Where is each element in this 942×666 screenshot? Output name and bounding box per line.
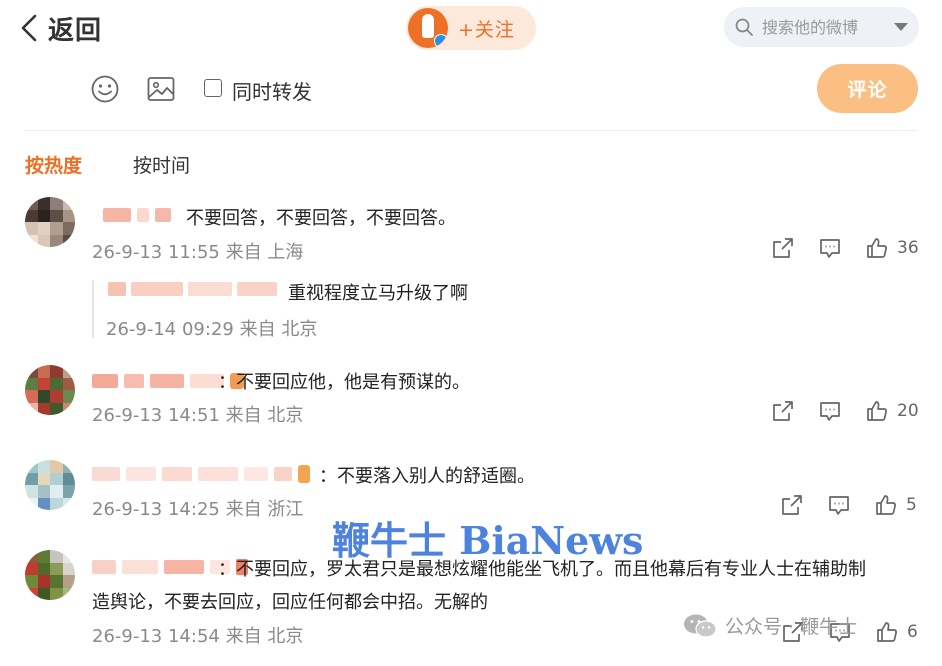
comment-icon[interactable] <box>818 399 842 423</box>
verified-badge <box>434 34 448 48</box>
comment-time: 26-9-13 14:51 <box>92 405 220 426</box>
search-input[interactable] <box>760 16 884 38</box>
reply-time: 26-9-14 09:29 <box>106 319 234 340</box>
comment-meta: 26-9-13 14:25 来自 浙江 <box>92 495 303 521</box>
wechat-watermark: 公众号 · 鞭牛士 <box>683 612 857 639</box>
back-chevron-icon <box>21 14 37 42</box>
comment-text: ：不要落入别人的舒适圈。 <box>319 466 535 487</box>
follow-button[interactable]: +关注 <box>406 6 536 50</box>
comment-icon[interactable] <box>818 236 842 260</box>
commenter-avatar[interactable] <box>25 550 75 600</box>
comment-time: 26-9-13 14:54 <box>92 626 220 647</box>
comment-text: ：不要回应，罗太君只是最想炫耀他能坐飞机了。而且他幕后有专业人士在辅助制 <box>218 559 866 580</box>
reply-text: 重视程度立马升级了啊 <box>288 283 468 304</box>
commenter-avatar[interactable] <box>25 365 75 415</box>
like-icon[interactable] <box>865 399 889 423</box>
commenter-name-redacted[interactable] <box>92 465 310 483</box>
emoji-icon[interactable] <box>90 74 120 104</box>
tab-sort-hot[interactable]: 按热度 <box>25 151 82 178</box>
share-icon[interactable] <box>780 493 804 517</box>
like-icon[interactable] <box>874 493 898 517</box>
wechat-watermark-label: 公众号 · 鞭牛士 <box>725 616 858 638</box>
search-icon <box>735 18 753 36</box>
reply-author-redacted[interactable] <box>108 282 277 296</box>
like-count: 36 <box>897 238 919 258</box>
back-button[interactable]: 返回 <box>18 8 102 48</box>
search-box[interactable] <box>724 7 919 47</box>
comment-meta: 26-9-13 14:51 来自 北京 <box>92 401 303 427</box>
chevron-down-icon[interactable] <box>894 23 908 31</box>
author-avatar[interactable] <box>408 8 448 48</box>
share-icon[interactable] <box>771 399 795 423</box>
repost-label: 同时转发 <box>232 80 312 104</box>
like-icon[interactable] <box>875 620 899 644</box>
comment-text-continued: 造舆论，不要去回应，回应任何都会中招。无解的 <box>92 592 488 613</box>
share-icon[interactable] <box>771 236 795 260</box>
comment-time: 26-9-13 11:55 <box>92 242 220 263</box>
like-icon[interactable] <box>865 236 889 260</box>
comment-source: 来自 北京 <box>225 405 304 426</box>
comment-source: 来自 北京 <box>225 626 304 647</box>
submit-comment-button[interactable]: 评论 <box>817 64 918 113</box>
tab-sort-time[interactable]: 按时间 <box>133 151 190 178</box>
wechat-icon <box>684 614 717 638</box>
comment-meta: 26-9-13 14:54 来自 北京 <box>92 622 303 648</box>
like-count: 6 <box>907 622 918 642</box>
repost-checkbox[interactable] <box>204 79 222 97</box>
commenter-avatar[interactable] <box>25 197 75 247</box>
image-icon[interactable] <box>146 74 176 104</box>
reply-meta: 26-9-14 09:29 来自 北京 <box>106 315 317 341</box>
divider <box>25 130 918 131</box>
fan-badge-icon <box>298 465 310 483</box>
commenter-avatar[interactable] <box>25 460 75 510</box>
back-label: 返回 <box>48 15 103 46</box>
like-count: 5 <box>906 495 917 515</box>
reply-source: 来自 北京 <box>239 319 318 340</box>
reply-thread-bar <box>92 280 94 338</box>
comment-source: 来自 浙江 <box>225 499 304 520</box>
comment-text: 不要回答，不要回答，不要回答。 <box>186 208 456 229</box>
follow-label: +关注 <box>458 18 515 41</box>
like-count: 20 <box>897 401 919 421</box>
comment-time: 26-9-13 14:25 <box>92 499 220 520</box>
commenter-name-redacted[interactable] <box>103 208 171 222</box>
comment-text: ：不要回应他，他是有预谋的。 <box>218 372 470 393</box>
comment-icon[interactable] <box>827 493 851 517</box>
comment-meta: 26-9-13 11:55 来自 上海 <box>92 238 303 264</box>
comment-source: 来自 上海 <box>225 242 304 263</box>
